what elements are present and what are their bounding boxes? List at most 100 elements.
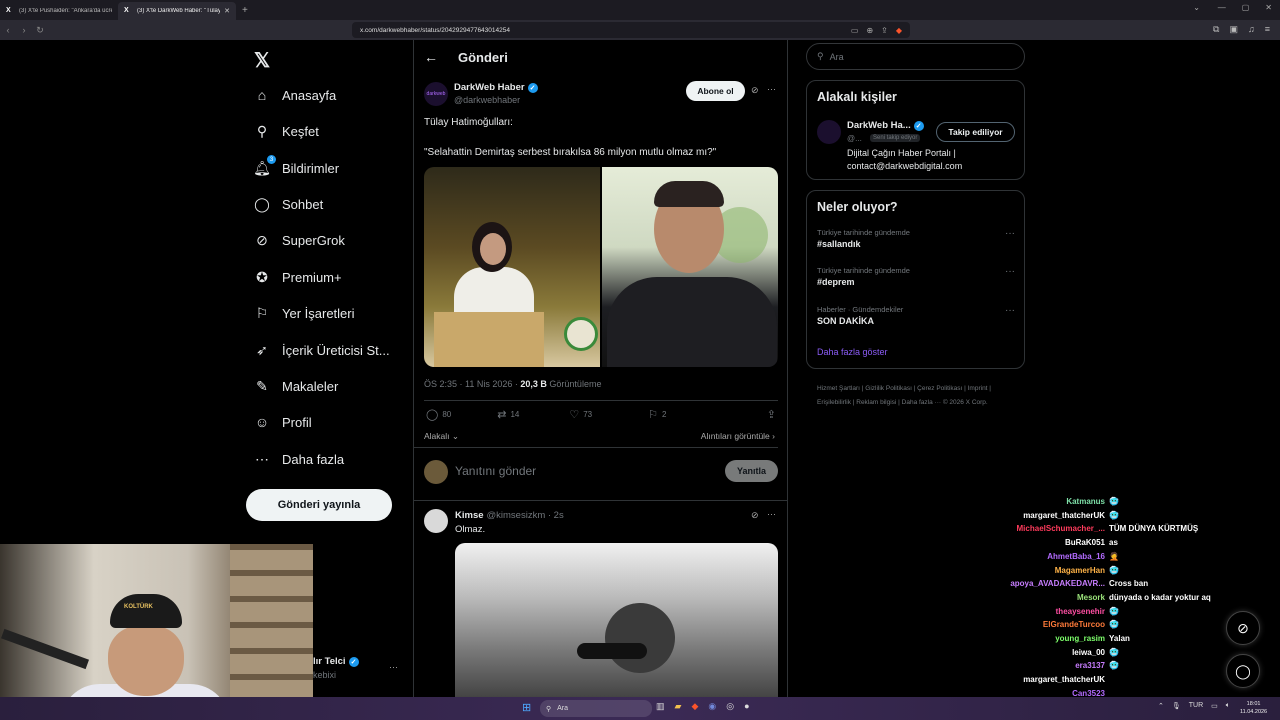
trend-item[interactable]: Türkiye tarihinde gündemde #deprem ··· bbox=[817, 266, 1015, 287]
reply-author[interactable]: Kimse @kimsesizkm · 2s bbox=[455, 510, 564, 521]
reply-button[interactable]: Yanıtla bbox=[725, 460, 778, 482]
close-icon[interactable]: ✕ bbox=[224, 7, 230, 15]
chat-username[interactable]: Katmanus bbox=[1066, 497, 1105, 506]
show-more-link[interactable]: Daha fazla göster bbox=[817, 347, 888, 357]
reply-input[interactable]: Yanıtını gönder bbox=[455, 464, 536, 478]
zoom-icon[interactable]: ⊕ bbox=[866, 26, 873, 35]
search-input[interactable]: ⚲ Ara bbox=[806, 43, 1025, 70]
x-logo[interactable]: 𝕏 bbox=[254, 48, 270, 73]
back-arrow-icon[interactable]: ← bbox=[424, 49, 440, 65]
grok-icon[interactable]: ⊘ bbox=[751, 85, 759, 96]
reply-action[interactable]: ◯ 80 bbox=[426, 408, 451, 421]
grok-icon[interactable]: ⊘ bbox=[751, 510, 759, 521]
task-view-icon[interactable]: ▥ bbox=[656, 701, 665, 712]
language-indicator[interactable]: TUR bbox=[1189, 702, 1203, 710]
tweet-time[interactable]: ÖS 2:35 · 11 Nis 2026 · bbox=[424, 379, 520, 389]
more-options-icon[interactable]: ··· bbox=[767, 84, 776, 94]
chat-username[interactable]: leiwa_00 bbox=[1072, 648, 1105, 657]
tweet-photo[interactable] bbox=[424, 167, 600, 367]
more-options-icon[interactable]: ··· bbox=[389, 662, 398, 672]
trend-item[interactable]: Haberler · Gündemdekiler SON DAKİKA ··· bbox=[817, 305, 1015, 326]
avatar[interactable]: darkweb bbox=[424, 82, 448, 106]
sort-dropdown[interactable]: Alakalı ⌄ bbox=[424, 431, 459, 442]
address-bar[interactable]: x.com/darkwebhaber/status/20429294776430… bbox=[352, 22, 910, 38]
nav-profile[interactable]: ☺ Profil bbox=[254, 414, 312, 430]
volume-icon[interactable]: 🔈︎ bbox=[1226, 702, 1230, 710]
media-icon[interactable]: ♫ bbox=[1248, 24, 1255, 35]
more-options-icon[interactable]: ··· bbox=[1005, 266, 1015, 277]
nav-more[interactable]: ⋯ Daha fazla bbox=[254, 451, 344, 467]
close-window-icon[interactable]: ✕ bbox=[1265, 3, 1272, 12]
chat-username[interactable]: MichaelSchumacher_... bbox=[1017, 524, 1105, 533]
chevron-down-icon[interactable]: ⌄ bbox=[1193, 3, 1200, 12]
nav-home[interactable]: ⌂ Anasayfa bbox=[254, 87, 336, 103]
post-button[interactable]: Gönderi yayınla bbox=[246, 489, 392, 521]
nav-chat[interactable]: ◯ Sohbet bbox=[254, 196, 323, 212]
nav-articles[interactable]: ✎ Makaleler bbox=[254, 378, 338, 394]
tray-chevron-icon[interactable]: ⌃ bbox=[1158, 702, 1164, 710]
nav-creator-studio[interactable]: ➶ İçerik Üreticisi St... bbox=[254, 342, 390, 358]
discord-icon[interactable]: ◉ bbox=[708, 701, 716, 712]
nav-supergrok[interactable]: ⊘ SuperGrok bbox=[254, 232, 345, 248]
chat-username[interactable]: apoya_AVADAKEDAVR... bbox=[1010, 579, 1105, 588]
view-quotes-link[interactable]: Alıntıları görüntüle › bbox=[701, 431, 775, 441]
browser-tab-active[interactable]: X (3) X'te DarkWeb Haber: "Tülay Hatim..… bbox=[118, 2, 236, 20]
network-icon[interactable]: ▭ bbox=[1211, 702, 1218, 710]
steam-icon[interactable]: ◎ bbox=[726, 701, 734, 712]
more-options-icon[interactable]: ··· bbox=[1005, 305, 1015, 316]
following-button[interactable]: Takip ediliyor bbox=[936, 122, 1015, 142]
reply-video[interactable] bbox=[455, 543, 778, 720]
nav-premium[interactable]: ✪ Premium+ bbox=[254, 269, 341, 285]
maximize-icon[interactable]: ▢ bbox=[1242, 3, 1250, 12]
extensions-icon[interactable]: ⧉ bbox=[1213, 24, 1219, 35]
obs-icon[interactable]: ● bbox=[744, 701, 749, 712]
more-options-icon[interactable]: ··· bbox=[767, 509, 776, 519]
chat-username[interactable]: Mesork bbox=[1077, 593, 1105, 602]
brave-browser-icon[interactable]: ◆ bbox=[691, 701, 698, 712]
tweet-author-handle[interactable]: @darkwebhaber bbox=[454, 95, 520, 105]
avatar[interactable] bbox=[817, 120, 841, 144]
browser-tab[interactable]: X (3) X'te Pushaiden: "Ankara'da ücreti.… bbox=[0, 2, 118, 20]
wallet-icon[interactable]: ▣ bbox=[1229, 24, 1238, 35]
windows-start-icon[interactable]: ⊞ bbox=[522, 701, 531, 714]
chat-username[interactable]: MagamerHan bbox=[1055, 566, 1105, 575]
forward-icon[interactable]: › bbox=[16, 25, 32, 35]
messages-floating-button[interactable]: ◯ bbox=[1226, 654, 1260, 688]
tweet-photo[interactable] bbox=[602, 167, 778, 367]
tweet-media[interactable] bbox=[424, 167, 778, 367]
share-icon[interactable]: ⇪ bbox=[881, 26, 888, 35]
subscribe-button[interactable]: Abone ol bbox=[686, 81, 745, 101]
chat-username[interactable]: young_rasim bbox=[1055, 634, 1105, 643]
like-action[interactable]: ♡ 73 bbox=[569, 408, 592, 421]
more-options-icon[interactable]: ··· bbox=[1005, 228, 1015, 239]
chat-username[interactable]: era3137 bbox=[1075, 661, 1105, 670]
nav-bookmarks[interactable]: ⚐ Yer İşaretleri bbox=[254, 305, 355, 321]
footer-links[interactable]: Hizmet Şartları | Gizlilik Politikası | … bbox=[817, 382, 1017, 410]
reader-icon[interactable]: ▭ bbox=[851, 26, 859, 35]
menu-icon[interactable]: ≡ bbox=[1265, 24, 1270, 35]
chat-username[interactable]: theaysenehir bbox=[1056, 607, 1105, 616]
nav-notifications[interactable]: 🔔︎ 3 Bildirimler bbox=[253, 155, 339, 176]
back-icon[interactable]: ‹ bbox=[0, 25, 16, 35]
taskbar-search[interactable]: ⚲ Ara bbox=[540, 700, 652, 717]
microphone-icon[interactable]: 🎙︎ bbox=[1172, 702, 1181, 710]
share-action[interactable]: ⇪ bbox=[767, 408, 776, 421]
file-explorer-icon[interactable]: ▰ bbox=[675, 701, 682, 712]
nav-explore[interactable]: ⚲ Keşfet bbox=[254, 123, 319, 139]
user-avatar[interactable] bbox=[424, 460, 448, 484]
repost-action[interactable]: ⇄ 14 bbox=[497, 408, 519, 421]
brave-shield-icon[interactable]: ◆ bbox=[896, 26, 902, 35]
trend-item[interactable]: Türkiye tarihinde gündemde #sallandık ··… bbox=[817, 228, 1015, 249]
reply-author-avatar[interactable] bbox=[424, 509, 448, 533]
taskbar-clock[interactable]: 18:01 11.04.2026 bbox=[1240, 700, 1267, 716]
tweet-author-name[interactable]: DarkWeb Haber ✓ bbox=[454, 82, 538, 93]
chat-username[interactable]: margaret_thatcherUK bbox=[1023, 511, 1105, 520]
minimize-icon[interactable]: — bbox=[1218, 3, 1226, 12]
person-handle[interactable]: @... bbox=[847, 134, 862, 143]
chat-username[interactable]: margaret_thatcherUK bbox=[1023, 675, 1105, 684]
chat-username[interactable]: ElGrandeTurcoo bbox=[1043, 620, 1105, 629]
person-name[interactable]: DarkWeb Ha... ✓ bbox=[847, 120, 924, 131]
bookmark-action[interactable]: ⚐ 2 bbox=[648, 408, 666, 421]
chat-username[interactable]: BuRaK051 bbox=[1065, 538, 1105, 547]
peek-author-name[interactable]: lır Telci ✓ bbox=[313, 656, 359, 667]
